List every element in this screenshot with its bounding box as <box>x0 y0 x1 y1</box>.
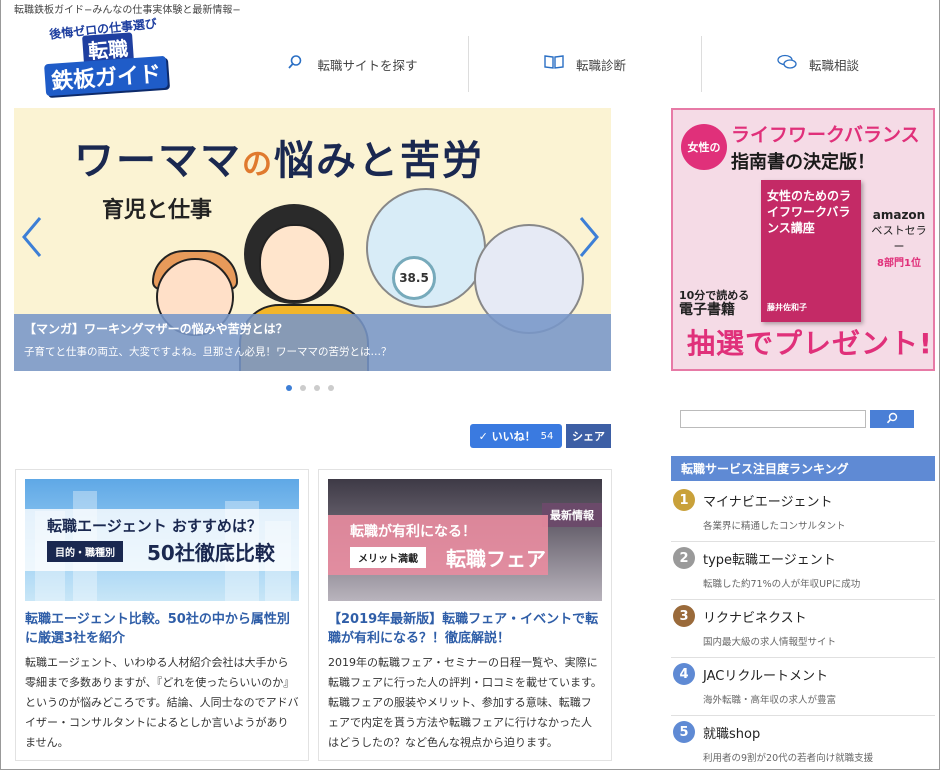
article-excerpt: 転職エージェント、いわゆる人材紹介会社は大手から零細まで多数ありますが、『どれを… <box>25 656 299 749</box>
slide-title-part-b: 悩みと苦労 <box>274 138 484 184</box>
main-nav: 転職サイトを探す 転職診断 転職相談 <box>235 36 934 92</box>
ad-badge: 女性の <box>681 124 727 170</box>
book-icon <box>544 54 564 74</box>
logo-bottom-text: 鉄板ガイド <box>44 55 168 97</box>
article-card[interactable]: 転職エージェント おすすめは？ 目的・職種別 50社徹底比較 転職エージェント比… <box>15 469 309 761</box>
book-ad-banner[interactable]: 女性の ライフワークバランス 指南書の決定版！ 女性のためのライフワークバランス… <box>671 108 935 371</box>
article-thumbnail[interactable]: 転職エージェント おすすめは？ 目的・職種別 50社徹底比較 <box>25 479 299 601</box>
like-label: ✓ いいね！ <box>478 430 536 443</box>
thumbnail-heading: 転職が有利になる！ <box>350 524 476 540</box>
nav-diagnosis[interactable]: 転職診断 <box>468 36 701 92</box>
article-card[interactable]: 最新情報 転職が有利になる！ メリット満載 転職フェア 【2019年最新版】転職… <box>318 469 612 761</box>
rank-service-name[interactable]: リクナビネクスト <box>703 607 807 626</box>
ranking-heading: 転職サービス注目度ランキング <box>671 456 935 481</box>
ranking-item[interactable]: 3 リクナビネクスト 国内最大級の求人情報型サイト <box>671 600 935 658</box>
rank-number-badge: 3 <box>673 605 695 627</box>
article-excerpt: 2019年の転職フェア・セミナーの日程一覧や、実際に転職フェアに行った人の評判・… <box>328 656 602 749</box>
thumbnail-heading: 転職エージェント おすすめは？ <box>47 517 262 535</box>
amazon-sub: ベストセラー <box>871 224 927 253</box>
slider-dots <box>286 385 334 391</box>
slide-title: ワーママの悩みと苦労 <box>74 128 484 186</box>
slide-caption-title: 【マンガ】ワーキングマザーの悩みや苦労とは？ <box>24 322 288 336</box>
thumbnail-badge: 最新情報 <box>542 503 602 527</box>
ad-ebook-line1: 10分で読める <box>679 289 750 302</box>
ranking-item[interactable]: 4 JACリクルートメント 海外転職・高年収の求人が豊富 <box>671 658 935 716</box>
rank-service-desc: 転職した約71%の人が年収UPに成功 <box>703 579 861 590</box>
amazon-rank: 8部門1位 <box>877 258 921 269</box>
site-logo[interactable]: 後悔ゼロの仕事選び 転職 鉄板ガイド <box>43 16 168 97</box>
slider-prev-arrow[interactable] <box>20 216 44 265</box>
slide-subtitle: 育児と仕事 <box>102 198 213 223</box>
slide-caption[interactable]: 【マンガ】ワーキングマザーの悩みや苦労とは？ 子育てと仕事の両立、大変ですよね。… <box>14 314 611 371</box>
ranking-item[interactable]: 1 マイナビエージェント 各業界に精通したコンサルタント <box>671 484 935 542</box>
rank-service-name[interactable]: JACリクルートメント <box>703 665 828 684</box>
slider-dot-2[interactable] <box>300 385 306 391</box>
article-title[interactable]: 【2019年最新版】転職フェア・イベントで転職が有利になる？！徹底解説！ <box>328 610 602 648</box>
like-count: 54 <box>540 430 554 442</box>
slider-dot-3[interactable] <box>314 385 320 391</box>
rank-service-desc: 利用者の9割が20代の若者向け就職支援 <box>703 753 874 764</box>
rank-service-name[interactable]: 就職shop <box>703 723 760 742</box>
rank-number-badge: 1 <box>673 489 695 511</box>
ad-book-title: 女性のためのライフワークバランス講座 <box>767 189 852 235</box>
rank-service-name[interactable]: type転職エージェント <box>703 549 836 568</box>
thumbnail-chip: 目的・職種別 <box>47 541 123 562</box>
slider-next-arrow[interactable] <box>577 216 601 265</box>
thumbnail-chip: メリット満載 <box>350 547 426 568</box>
slider-dot-4[interactable] <box>328 385 334 391</box>
nav-diagnosis-label: 転職診断 <box>575 57 626 73</box>
ranking-item[interactable]: 5 就職shop 利用者の9割が20代の若者向け就職支援 <box>671 716 935 770</box>
hero-slider[interactable]: ワーママの悩みと苦労 育児と仕事 38.5 【マンガ】ワーキングマザーの悩みや苦… <box>14 108 611 371</box>
rank-service-desc: 各業界に精通したコンサルタント <box>703 521 846 532</box>
ad-headline: ライフワークバランス <box>731 124 920 146</box>
ad-book-author: 藤井佐和子 <box>767 303 807 312</box>
like-button[interactable]: ✓ いいね！ 54 <box>470 424 562 448</box>
ad-ebook-label: 10分で読める 電子書籍 <box>679 288 749 318</box>
search-icon <box>285 54 305 74</box>
site-tagline: 転職鉄板ガイド−みんなの仕事実体験と最新情報− <box>14 5 241 16</box>
slider-dot-1[interactable] <box>286 385 292 391</box>
chat-icon <box>777 54 797 74</box>
rank-service-desc: 国内最大級の求人情報型サイト <box>703 637 837 648</box>
thumbnail-big-text: 50社徹底比較 <box>147 541 275 565</box>
rank-number-badge: 4 <box>673 663 695 685</box>
search-button[interactable] <box>870 410 914 428</box>
rank-number-badge: 2 <box>673 547 695 569</box>
amazon-logo-text: amazon <box>872 208 926 222</box>
amazon-bestseller: amazon ベストセラー 8部門1位 <box>869 208 929 269</box>
ad-subheadline: 指南書の決定版！ <box>731 152 875 173</box>
thermometer: 38.5 <box>392 256 436 300</box>
rank-number-badge: 5 <box>673 721 695 743</box>
article-title[interactable]: 転職エージェント比較。50社の中から属性別に厳選3社を紹介 <box>25 610 299 648</box>
ad-book-cover: 女性のためのライフワークバランス講座 藤井佐和子 <box>761 180 861 322</box>
nav-find-sites-label: 転職サイトを探す <box>317 57 418 73</box>
nav-consult[interactable]: 転職相談 <box>701 36 934 92</box>
nav-find-sites[interactable]: 転職サイトを探す <box>235 36 468 92</box>
search-icon <box>886 412 898 427</box>
rank-service-desc: 海外転職・高年収の求人が豊富 <box>703 695 837 706</box>
nav-consult-label: 転職相談 <box>808 57 859 73</box>
article-thumbnail[interactable]: 最新情報 転職が有利になる！ メリット満載 転職フェア <box>328 479 602 601</box>
slide-caption-text: 子育てと仕事の両立、大変ですよね。旦那さん必見！ワーママの苦労とは…？ <box>24 346 392 358</box>
slide-title-no: の <box>242 147 274 182</box>
ranking-item[interactable]: 2 type転職エージェント 転職した約71%の人が年収UPに成功 <box>671 542 935 600</box>
ad-cta: 抽選でプレゼント! <box>687 327 933 360</box>
rank-service-name[interactable]: マイナビエージェント <box>703 491 832 510</box>
ad-ebook-line2: 電子書籍 <box>679 302 735 318</box>
share-button[interactable]: シェア <box>566 424 611 448</box>
slide-title-part-a: ワーママ <box>74 138 242 184</box>
search-input[interactable] <box>680 410 866 428</box>
ranking-list: 1 マイナビエージェント 各業界に精通したコンサルタント 2 type転職エージ… <box>671 484 935 770</box>
thumbnail-big-text: 転職フェア <box>446 547 546 571</box>
